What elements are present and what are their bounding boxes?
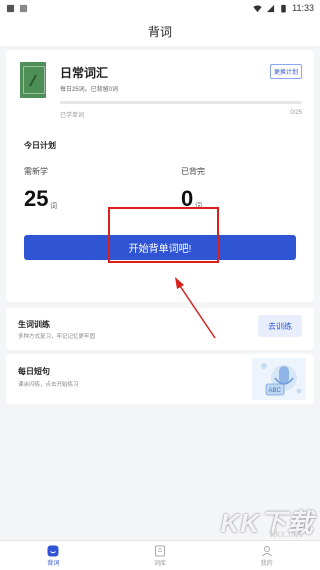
svg-text:ABC: ABC [269,388,282,394]
leaf-icon [29,74,37,87]
training-subtitle: 多种方式复习，牢记记忆更牢固 [18,334,96,340]
done-count: 0 [181,186,194,211]
user-icon [261,545,272,556]
nav-label-beici: 背词 [47,560,60,567]
daily-sentence-card[interactable]: 每日短句 课余闪练，点击开始练习 ABC [6,354,314,404]
done-unit: 词 [195,203,202,210]
bottom-navigation: 背词 词库 我的 [0,540,320,570]
today-plan-title: 今日计划 [24,141,56,150]
wordbook-card[interactable]: 日常词汇 每日25词。已背留0词 更换计划 已学单词 0/25 今日计划 需新学… [6,50,314,302]
learned-words-label: 已学单词 [60,113,85,119]
start-memorize-button[interactable]: 开始背单词吧! [24,235,296,260]
watermark-url: kkx.net [270,529,302,540]
daily-sentence-title: 每日短句 [18,367,50,376]
status-time: 11:33 [292,3,314,13]
need-learn-count: 25 [24,186,49,211]
battery-icon [281,4,286,13]
change-plan-button[interactable]: 更换计划 [269,64,302,79]
nav-item-ciku[interactable]: 词库 [107,541,214,570]
book-cover-image [20,62,46,98]
go-training-button[interactable]: 去训练 [258,315,302,337]
book-subtitle: 每日25词。已背留0词 [60,87,119,93]
status-right: 11:33 [253,3,314,13]
need-learn-label: 需新学 [24,167,48,176]
learning-progress-bar [60,101,302,104]
training-title: 生词训练 [18,320,50,329]
today-plan-section: 今日计划 需新学 已背完 25 词 0 词 开始背单词吧! [6,140,314,280]
nav-label-wode: 我的 [260,560,273,567]
smile-icon [47,545,59,556]
need-learn-unit: 词 [50,203,57,210]
book-icon [155,545,165,556]
microphone-illustration-icon: ABC [252,358,306,400]
learned-words-count: 0/25 [290,110,302,116]
daily-sentence-subtitle: 课余闪练，点击开始练习 [18,382,79,388]
done-label: 已背完 [181,167,205,176]
app-notification-icon [6,4,15,12]
book-title: 日常词汇 [60,66,109,80]
page-title: 背词 [147,24,172,39]
nav-item-beici[interactable]: 背词 [0,541,107,570]
app-notification-icon [19,4,28,12]
status-left [6,4,28,13]
app-bar: 背词 [0,16,320,46]
wifi-icon [253,4,262,12]
word-training-card[interactable]: 生词训练 多种方式复习，牢记记忆更牢固 去训练 [6,308,314,350]
nav-label-ciku: 词库 [154,560,167,567]
signal-icon [267,4,275,12]
status-bar: 11:33 [0,0,320,16]
nav-item-wode[interactable]: 我的 [213,541,320,570]
